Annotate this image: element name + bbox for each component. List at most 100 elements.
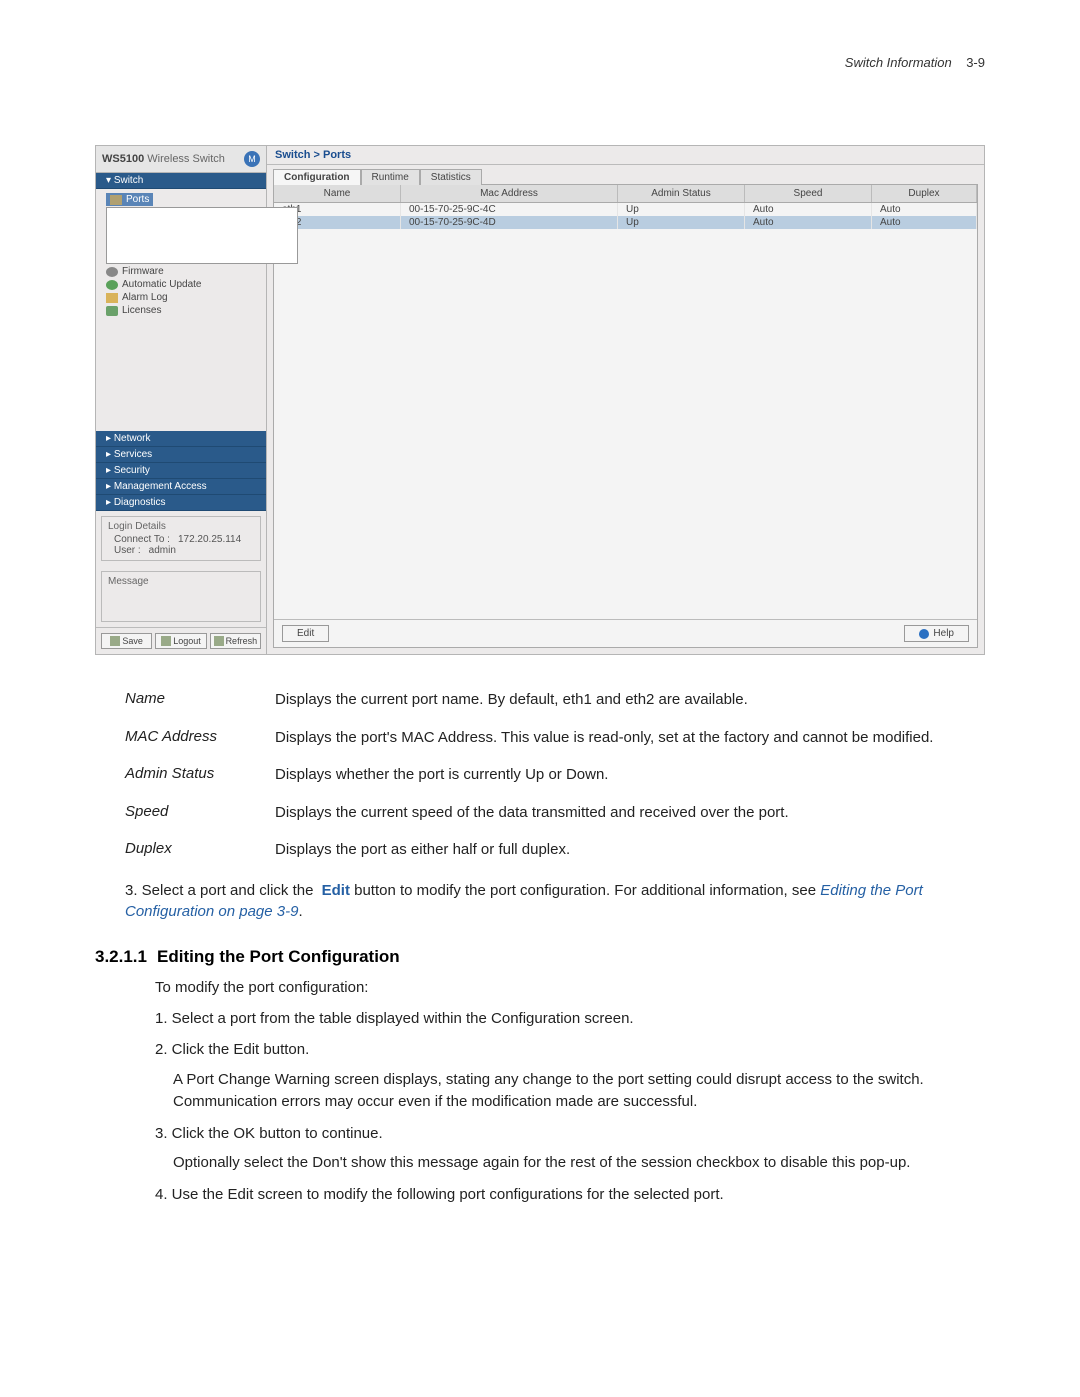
breadcrumb: Switch > Ports (267, 146, 984, 165)
nav-label-firmware: Firmware (122, 266, 164, 277)
tab-configuration[interactable]: Configuration (273, 169, 361, 185)
tab-runtime[interactable]: Runtime (361, 169, 420, 185)
brand-suffix: Wireless Switch (147, 153, 225, 165)
screenshot-sidebar: WS5100 Wireless Switch M ▾ Switch Ports … (96, 146, 267, 654)
nav-label-alarm-log: Alarm Log (122, 292, 168, 303)
cell-mac: 00-15-70-25-9C-4C (401, 203, 618, 216)
def-term-name: Name (125, 690, 275, 710)
table-row[interactable]: eth2 00-15-70-25-9C-4D Up Auto Auto (274, 216, 977, 229)
logout-button[interactable]: Logout (155, 633, 206, 649)
tab-bar: Configuration Runtime Statistics (267, 165, 984, 184)
step2p1-a: A (173, 1071, 186, 1088)
table-header: Name Mac Address Admin Status Speed Dupl… (274, 185, 977, 203)
refresh-button[interactable]: Refresh (210, 633, 261, 649)
step4-edit-kw: Edit (228, 1186, 254, 1203)
tab-body: Name Mac Address Admin Status Speed Dupl… (273, 184, 978, 648)
col-name[interactable]: Name (274, 185, 401, 202)
refresh-label: Refresh (226, 636, 258, 646)
nav-group-diagnostics[interactable]: ▸ Diagnostics (96, 495, 266, 511)
step-3: 3. Click the OK button to continue. Opti… (155, 1123, 985, 1175)
header-page: 3-9 (966, 55, 985, 70)
section-heading: 3.2.1.1 Editing the Port Configuration (95, 947, 985, 967)
nav-group-switch[interactable]: ▾ Switch (96, 173, 266, 189)
brand-badge-icon: M (244, 151, 260, 167)
col-mac[interactable]: Mac Address (401, 185, 618, 202)
section-title: Editing the Port Configuration (157, 947, 400, 966)
cell-mac: 00-15-70-25-9C-4D (401, 216, 618, 229)
step-4: 4. Use the Edit screen to modify the fol… (155, 1184, 985, 1206)
login-user-value: admin (149, 545, 176, 556)
brand-bar: WS5100 Wireless Switch M (96, 146, 266, 173)
nav-group-services[interactable]: ▸ Services (96, 447, 266, 463)
refresh-icon (214, 636, 224, 646)
nav-label-automatic-update: Automatic Update (122, 279, 202, 290)
screenshot-main: Switch > Ports Configuration Runtime Sta… (267, 146, 984, 654)
section-number: 3.2.1.1 (95, 947, 147, 966)
def-term-admin: Admin Status (125, 765, 275, 785)
edit-button[interactable]: Edit (282, 625, 329, 642)
def-desc-mac: Displays the port's MAC Address. This va… (275, 728, 985, 748)
def-desc-speed: Displays the current speed of the data t… (275, 803, 985, 823)
help-button[interactable]: Help (904, 625, 969, 642)
nav-group-security[interactable]: ▸ Security (96, 463, 266, 479)
step3-edit-kw: Edit (322, 882, 350, 899)
step3p1-kw: Don't show this message again for the re… (312, 1154, 692, 1171)
page-header: Switch Information 3-9 (95, 55, 985, 70)
nav-label-switch: Switch (114, 175, 143, 186)
def-desc-admin: Displays whether the port is currently U… (275, 765, 985, 785)
nav-item-configurations[interactable]: Configurations (106, 206, 266, 265)
col-admin[interactable]: Admin Status (618, 185, 745, 202)
help-label: Help (933, 628, 954, 639)
cell-speed: Auto (745, 216, 872, 229)
cell-duplex: Auto (872, 216, 977, 229)
nav-item-licenses[interactable]: Licenses (106, 304, 266, 317)
log-icon (106, 293, 118, 303)
license-icon (106, 306, 118, 316)
step2-sub: A Port Change Warning screen displays, s… (173, 1069, 985, 1113)
step2p1-kw: Port Change Warning (186, 1071, 330, 1088)
col-duplex[interactable]: Duplex (872, 185, 977, 202)
step3p1-a: Optionally select the (173, 1154, 312, 1171)
nav-group-network[interactable]: ▸ Network (96, 431, 266, 447)
app-screenshot: WS5100 Wireless Switch M ▾ Switch Ports … (95, 145, 985, 655)
folder-icon (110, 195, 122, 205)
login-user-label: User : (114, 545, 141, 556)
nav-label-security: Security (114, 465, 150, 476)
step4-tail: screen to modify the following port conf… (253, 1186, 723, 1203)
nav-group-management-access[interactable]: ▸ Management Access (96, 479, 266, 495)
nav-label-network: Network (114, 433, 151, 444)
step-3-paragraph: 3. Select a port and click the Edit butt… (125, 880, 985, 922)
definition-list: Name Displays the current port name. By … (125, 690, 985, 860)
save-button[interactable]: Save (101, 633, 152, 649)
step3b-ok-kw: OK (233, 1125, 255, 1142)
nav-item-ports[interactable]: Ports (106, 193, 153, 206)
cell-speed: Auto (745, 203, 872, 216)
step4-lead: 4. Use the (155, 1186, 228, 1203)
nav-tree: Ports Configurations Firmware Automatic … (96, 189, 266, 431)
cell-admin: Up (618, 216, 745, 229)
login-connect-label: Connect To : (114, 534, 170, 545)
nav-label-licenses: Licenses (122, 305, 161, 316)
intro-line: To modify the port configuration: (155, 977, 985, 998)
table-row[interactable]: eth1 00-15-70-25-9C-4C Up Auto Auto (274, 203, 977, 216)
def-term-duplex: Duplex (125, 840, 275, 860)
header-section: Switch Information (845, 55, 952, 70)
col-speed[interactable]: Speed (745, 185, 872, 202)
logout-icon (161, 636, 171, 646)
nav-item-firmware[interactable]: Firmware (106, 265, 266, 278)
sidebar-bottom-buttons: Save Logout Refresh (96, 627, 266, 654)
help-icon (919, 629, 929, 639)
step3-sub: Optionally select the Don't show this me… (173, 1152, 985, 1174)
step2-edit-kw: Edit (233, 1041, 259, 1058)
step-2: 2. Click the Edit button. A Port Change … (155, 1039, 985, 1112)
step2-lead: 2. Click the (155, 1041, 233, 1058)
gear-icon (106, 267, 118, 277)
logout-label: Logout (173, 636, 201, 646)
login-connect-value: 172.20.25.114 (178, 534, 241, 545)
nav-item-alarm-log[interactable]: Alarm Log (106, 291, 266, 304)
nav-label-ports: Ports (126, 194, 149, 205)
tab-statistics[interactable]: Statistics (420, 169, 482, 185)
save-label: Save (122, 636, 143, 646)
nav-item-automatic-update[interactable]: Automatic Update (106, 278, 266, 291)
login-details-box: Login Details Connect To :172.20.25.114 … (101, 516, 261, 561)
